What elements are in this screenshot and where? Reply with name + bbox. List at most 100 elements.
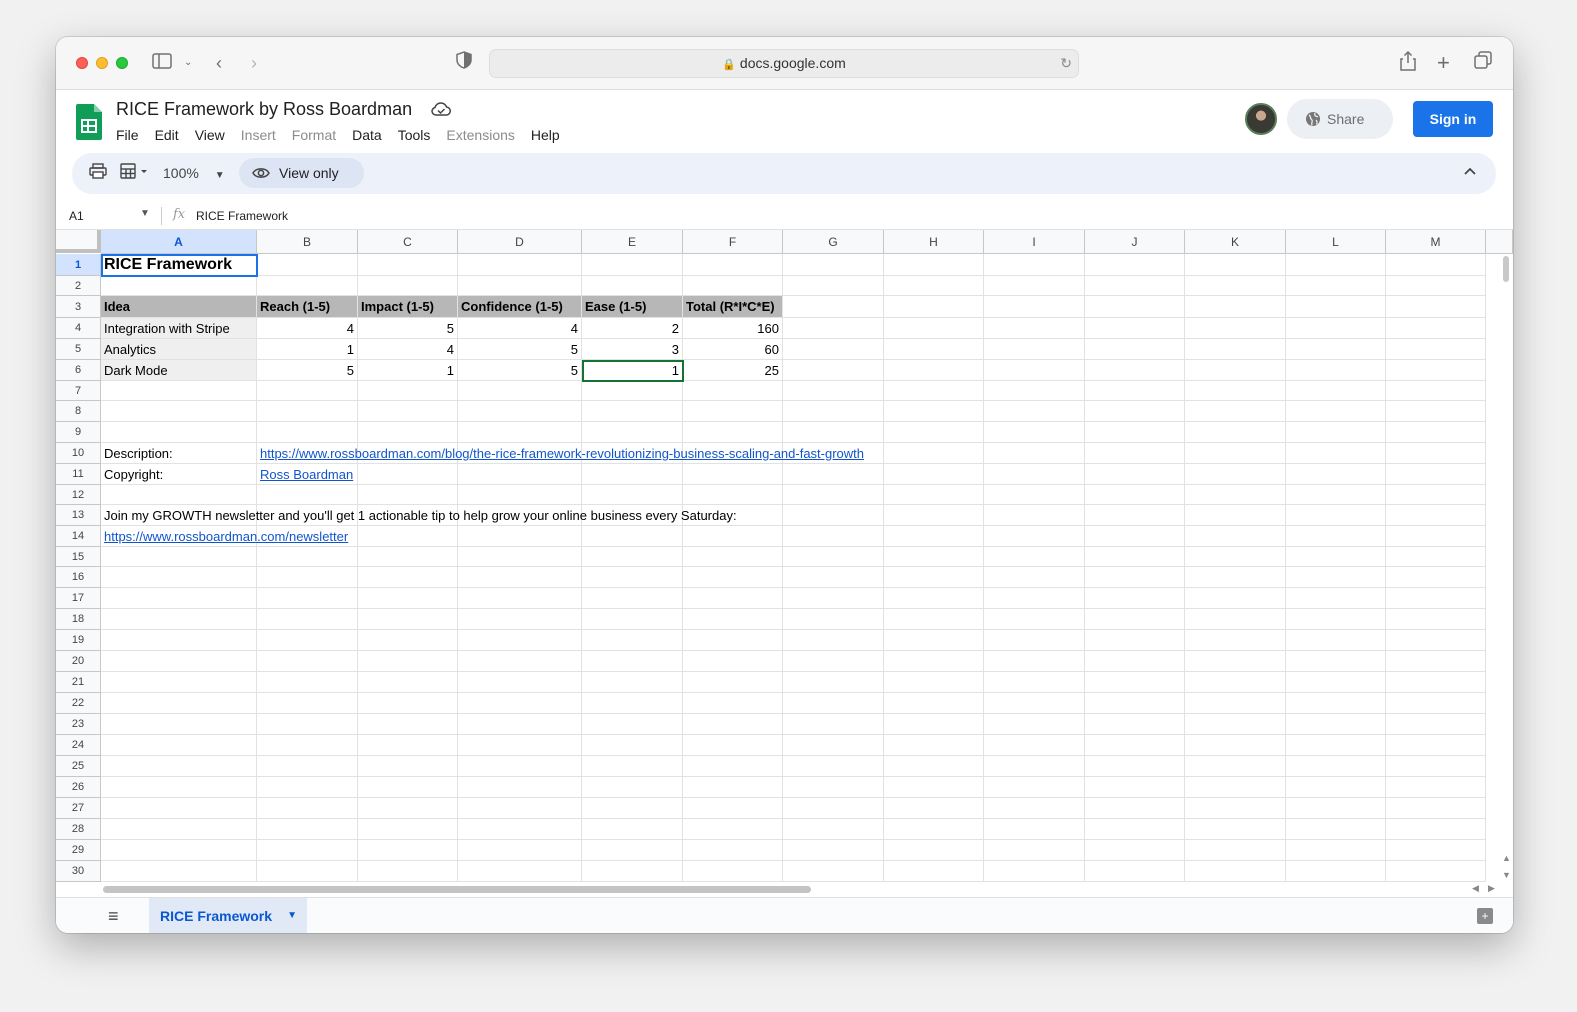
cell-l29[interactable] (1286, 840, 1386, 861)
cell-g14[interactable] (783, 526, 884, 547)
cell-c20[interactable] (358, 651, 458, 672)
cell-i25[interactable] (984, 756, 1085, 777)
cell-j24[interactable] (1085, 735, 1185, 756)
cell-g28[interactable] (783, 819, 884, 840)
cell-f24[interactable] (683, 735, 783, 756)
cell-k13[interactable] (1185, 505, 1286, 526)
vertical-scrollbar[interactable] (1503, 256, 1509, 282)
row-header-29[interactable]: 29 (56, 840, 101, 861)
row-header-26[interactable]: 26 (56, 777, 101, 798)
row-header-28[interactable]: 28 (56, 819, 101, 840)
collapse-toolbar-icon[interactable] (1464, 162, 1476, 178)
cell-i27[interactable] (984, 798, 1085, 819)
cell-m8[interactable] (1386, 401, 1486, 422)
cell-m2[interactable] (1386, 276, 1486, 296)
cell-e15[interactable] (582, 547, 683, 567)
cell-c14[interactable] (358, 526, 458, 547)
cell-b20[interactable] (257, 651, 358, 672)
cell-e2[interactable] (582, 276, 683, 296)
cell-a3[interactable]: Idea (101, 296, 257, 318)
cell-g26[interactable] (783, 777, 884, 798)
cell-f1[interactable] (683, 254, 783, 276)
cell-a4[interactable]: Integration with Stripe (101, 318, 257, 339)
cell-f2[interactable] (683, 276, 783, 296)
cell-l8[interactable] (1286, 401, 1386, 422)
cell-k5[interactable] (1185, 339, 1286, 360)
cell-h6[interactable] (884, 360, 984, 381)
cell-l20[interactable] (1286, 651, 1386, 672)
cell-a30[interactable] (101, 861, 257, 882)
cell-b19[interactable] (257, 630, 358, 651)
cell-b30[interactable] (257, 861, 358, 882)
cell-k26[interactable] (1185, 777, 1286, 798)
cell-g25[interactable] (783, 756, 884, 777)
cell-h17[interactable] (884, 588, 984, 609)
cell-i13[interactable] (984, 505, 1085, 526)
cell-h4[interactable] (884, 318, 984, 339)
cell-g30[interactable] (783, 861, 884, 882)
cell-l26[interactable] (1286, 777, 1386, 798)
cell-b5[interactable]: 1 (257, 339, 358, 360)
cell-l22[interactable] (1286, 693, 1386, 714)
row-header-21[interactable]: 21 (56, 672, 101, 693)
cell-g16[interactable] (783, 567, 884, 588)
cell-a21[interactable] (101, 672, 257, 693)
chevron-down-icon[interactable]: ▼ (140, 208, 150, 219)
cell-b4[interactable]: 4 (257, 318, 358, 339)
cell-e25[interactable] (582, 756, 683, 777)
cell-k30[interactable] (1185, 861, 1286, 882)
cell-f16[interactable] (683, 567, 783, 588)
cell-a23[interactable] (101, 714, 257, 735)
cell-g12[interactable] (783, 485, 884, 505)
cell-j8[interactable] (1085, 401, 1185, 422)
cell-c27[interactable] (358, 798, 458, 819)
tab-overview-icon[interactable] (1474, 51, 1492, 75)
cell-f5[interactable]: 60 (683, 339, 783, 360)
cell-b16[interactable] (257, 567, 358, 588)
cell-g2[interactable] (783, 276, 884, 296)
cell-g23[interactable] (783, 714, 884, 735)
cell-j28[interactable] (1085, 819, 1185, 840)
cell-k10[interactable] (1185, 443, 1286, 464)
cell-k25[interactable] (1185, 756, 1286, 777)
cell-i14[interactable] (984, 526, 1085, 547)
cell-c17[interactable] (358, 588, 458, 609)
cell-l27[interactable] (1286, 798, 1386, 819)
row-header-3[interactable]: 3 (56, 296, 101, 318)
cell-e6[interactable]: 1 (582, 360, 683, 381)
cell-d26[interactable] (458, 777, 582, 798)
cell-l5[interactable] (1286, 339, 1386, 360)
cell-b15[interactable] (257, 547, 358, 567)
cell-e28[interactable] (582, 819, 683, 840)
cell-f25[interactable] (683, 756, 783, 777)
cell-e12[interactable] (582, 485, 683, 505)
cell-l18[interactable] (1286, 609, 1386, 630)
cell-a25[interactable] (101, 756, 257, 777)
cell-m24[interactable] (1386, 735, 1486, 756)
cell-l4[interactable] (1286, 318, 1386, 339)
view-only-button[interactable]: View only (239, 158, 364, 188)
cell-b11[interactable]: Ross Boardman (257, 464, 358, 485)
cell-m16[interactable] (1386, 567, 1486, 588)
scroll-left-icon[interactable]: ◀ (1472, 883, 1479, 894)
cell-m30[interactable] (1386, 861, 1486, 882)
cell-h28[interactable] (884, 819, 984, 840)
cell-c18[interactable] (358, 609, 458, 630)
cell-g15[interactable] (783, 547, 884, 567)
cell-c15[interactable] (358, 547, 458, 567)
cell-k4[interactable] (1185, 318, 1286, 339)
cell-d20[interactable] (458, 651, 582, 672)
cell-m15[interactable] (1386, 547, 1486, 567)
cell-f19[interactable] (683, 630, 783, 651)
cell-h22[interactable] (884, 693, 984, 714)
cell-f15[interactable] (683, 547, 783, 567)
cell-h5[interactable] (884, 339, 984, 360)
column-header-c[interactable]: C (358, 230, 458, 254)
cell-m25[interactable] (1386, 756, 1486, 777)
cell-f18[interactable] (683, 609, 783, 630)
menu-edit[interactable]: Edit (155, 127, 187, 143)
cell-d6[interactable]: 5 (458, 360, 582, 381)
sheet-layout-icon[interactable] (120, 163, 150, 183)
cell-l21[interactable] (1286, 672, 1386, 693)
cell-k17[interactable] (1185, 588, 1286, 609)
